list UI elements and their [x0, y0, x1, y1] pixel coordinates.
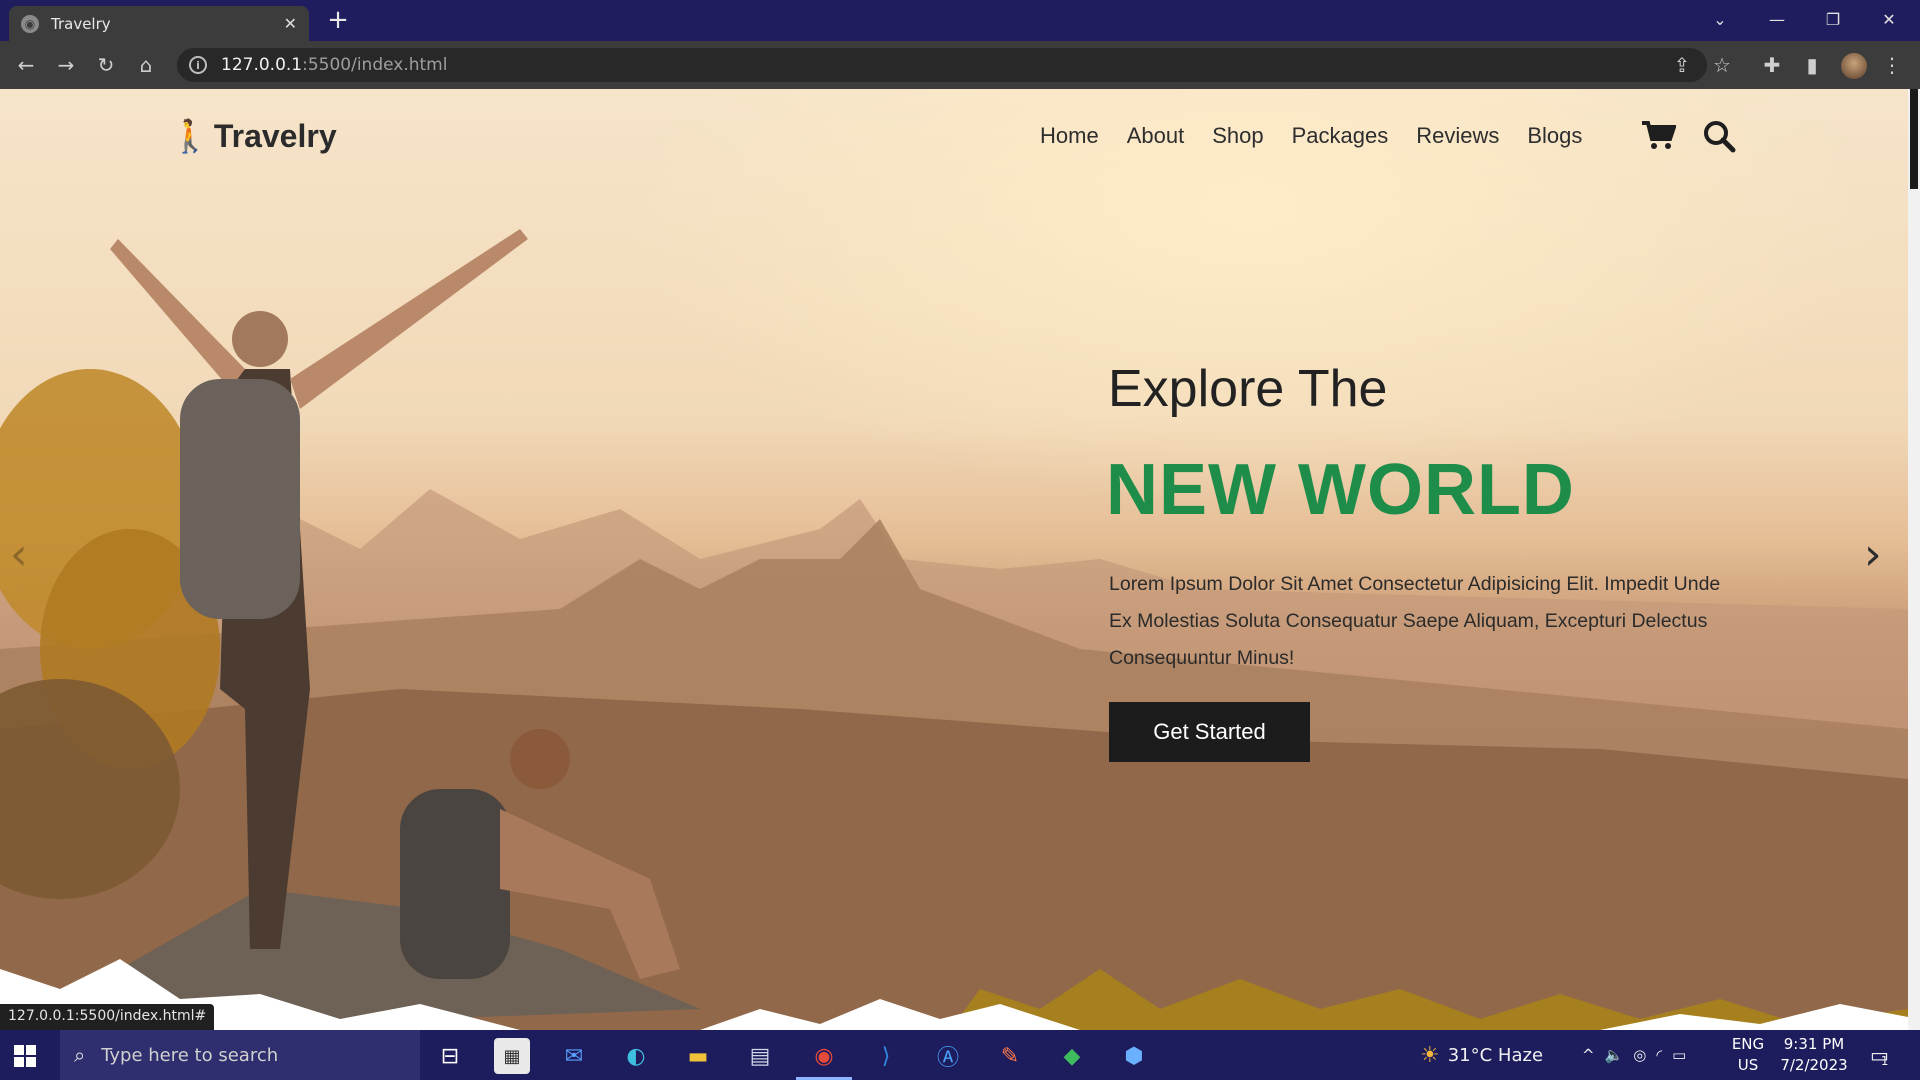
browser-tab-strip: ◉ Travelry ✕ + ⌄ — ❐ ✕ — [0, 0, 1920, 41]
task-view-icon[interactable]: ⊟ — [432, 1038, 468, 1074]
chrome-icon[interactable]: ◉ — [806, 1038, 842, 1074]
site-info-icon[interactable]: i — [189, 56, 207, 74]
hero-description: Lorem Ipsum Dolor Sit Amet Consectetur A… — [1109, 573, 1721, 669]
globe-icon: ◉ — [21, 14, 39, 33]
slider-prev-arrow-icon[interactable]: ‹ — [10, 529, 28, 580]
nav-about[interactable]: About — [1127, 123, 1185, 149]
forward-icon[interactable]: → — [50, 49, 82, 81]
new-tab-button[interactable]: + — [324, 6, 352, 34]
browser-toolbar: ← → ↻ ⌂ i 127.0.0.1:5500/index.html ⇪ ☆ … — [0, 41, 1920, 89]
url-path: :5500/index.html — [302, 55, 448, 75]
scrollbar-track[interactable] — [1908, 89, 1920, 1030]
store-icon[interactable]: ▦ — [494, 1038, 530, 1074]
nav-home[interactable]: Home — [1040, 123, 1099, 149]
windows-taskbar: ⌕ Type here to search ⊟ ▦ ✉ ◐ ▬ ▤ ◉ ⟩ Ⓐ … — [0, 1030, 1920, 1080]
get-started-button[interactable]: Get Started — [1109, 702, 1310, 762]
weather-text: 31°C Haze — [1447, 1044, 1544, 1066]
page-viewport: 🚶 Travelry Home About Shop Packages Revi… — [0, 89, 1908, 1030]
weather-widget[interactable]: ☀ 31°C Haze — [1420, 1030, 1543, 1080]
tab-travelry[interactable]: ◉ Travelry ✕ — [9, 6, 309, 41]
clock-date: 7/2/2023 — [1780, 1056, 1848, 1074]
hero-title: NEW WORLD — [1106, 450, 1575, 530]
notification-count: 1 — [1880, 1054, 1889, 1068]
network-icon[interactable]: ◎ — [1633, 1046, 1646, 1064]
file-explorer-icon[interactable]: ▬ — [680, 1038, 716, 1074]
url-host: 127.0.0.1 — [221, 55, 303, 75]
clock-time: 9:31 PM — [1783, 1035, 1845, 1053]
minimize-button[interactable]: — — [1752, 0, 1802, 38]
edge-icon[interactable]: ◐ — [618, 1038, 654, 1074]
mail-icon[interactable]: ✉ — [556, 1038, 592, 1074]
profile-avatar[interactable] — [1841, 53, 1867, 79]
cart-icon[interactable] — [1640, 119, 1677, 159]
chevron-up-icon[interactable]: ^ — [1582, 1046, 1595, 1064]
back-icon[interactable]: ← — [10, 49, 42, 81]
site-logo[interactable]: 🚶 Travelry — [170, 117, 337, 155]
windows-start-icon[interactable] — [14, 1045, 36, 1067]
lang-line-2: US — [1737, 1056, 1759, 1074]
landscape-illustration — [0, 229, 1908, 1030]
battery-icon[interactable]: ▭ — [1672, 1046, 1686, 1064]
language-indicator[interactable]: ENG US — [1726, 1034, 1770, 1076]
share-icon[interactable]: ⇪ — [1666, 49, 1698, 81]
search-icon[interactable] — [1702, 119, 1736, 161]
pen-app-icon[interactable]: ✎ — [992, 1038, 1028, 1074]
tab-title: Travelry — [51, 14, 111, 33]
restore-button[interactable]: ❐ — [1808, 0, 1858, 38]
reload-icon[interactable]: ↻ — [90, 49, 122, 81]
hiker-logo-icon: 🚶 — [170, 118, 210, 154]
address-bar[interactable]: i 127.0.0.1:5500/index.html — [177, 48, 1707, 82]
app-store-icon[interactable]: Ⓐ — [930, 1038, 966, 1074]
status-bar-url: 127.0.0.1:5500/index.html# — [0, 1004, 215, 1030]
search-icon: ⌕ — [74, 1043, 86, 1067]
bookmark-star-icon[interactable]: ☆ — [1706, 49, 1738, 81]
close-window-button[interactable]: ✕ — [1864, 0, 1914, 38]
nav-shop[interactable]: Shop — [1212, 123, 1263, 149]
nav-packages[interactable]: Packages — [1292, 123, 1389, 149]
scrollbar-thumb[interactable] — [1910, 89, 1918, 189]
wifi-icon[interactable]: ◜ — [1656, 1046, 1662, 1064]
lang-line-1: ENG — [1731, 1035, 1765, 1053]
leaf-app-icon[interactable]: ◆ — [1054, 1038, 1090, 1074]
search-placeholder: Type here to search — [101, 1044, 279, 1066]
notification-center[interactable]: ▭ 1 — [1870, 1030, 1889, 1080]
tray-icons[interactable]: ^ 🔈 ◎ ◜ ▭ — [1582, 1030, 1686, 1080]
close-tab-icon[interactable]: ✕ — [284, 14, 297, 33]
volume-icon[interactable]: 🔈 — [1605, 1046, 1624, 1064]
home-icon[interactable]: ⌂ — [130, 49, 162, 81]
side-panel-icon[interactable]: ▮ — [1796, 49, 1828, 81]
main-nav: Home About Shop Packages Reviews Blogs — [1040, 123, 1582, 149]
haze-weather-icon: ☀ — [1420, 1042, 1440, 1068]
slider-next-arrow-icon[interactable]: › — [1864, 529, 1882, 580]
nav-blogs[interactable]: Blogs — [1527, 123, 1582, 149]
extensions-icon[interactable]: ✚ — [1756, 49, 1788, 81]
menu-icon[interactable]: ⋮ — [1876, 49, 1908, 81]
cube-app-icon[interactable]: ⬢ — [1116, 1038, 1152, 1074]
tab-search-icon[interactable]: ⌄ — [1695, 0, 1745, 38]
hero-subtitle: Explore The — [1108, 360, 1388, 418]
logo-text: Travelry — [213, 117, 337, 154]
app-window-icon[interactable]: ▤ — [742, 1038, 778, 1074]
vscode-icon[interactable]: ⟩ — [868, 1038, 904, 1074]
clock[interactable]: 9:31 PM 7/2/2023 — [1774, 1034, 1854, 1076]
taskbar-search[interactable]: ⌕ Type here to search — [60, 1030, 420, 1080]
nav-reviews[interactable]: Reviews — [1416, 123, 1499, 149]
